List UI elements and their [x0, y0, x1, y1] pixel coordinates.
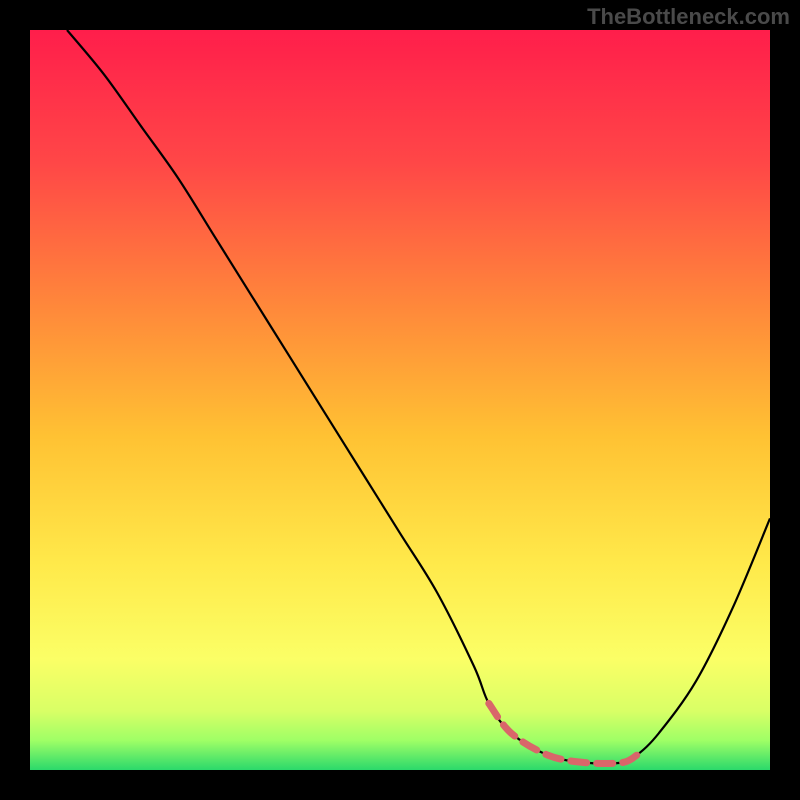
highlight-curve: [489, 703, 637, 763]
watermark-text: TheBottleneck.com: [587, 4, 790, 30]
plot-area: [30, 30, 770, 770]
curve-layer: [30, 30, 770, 770]
main-curve: [67, 30, 770, 764]
